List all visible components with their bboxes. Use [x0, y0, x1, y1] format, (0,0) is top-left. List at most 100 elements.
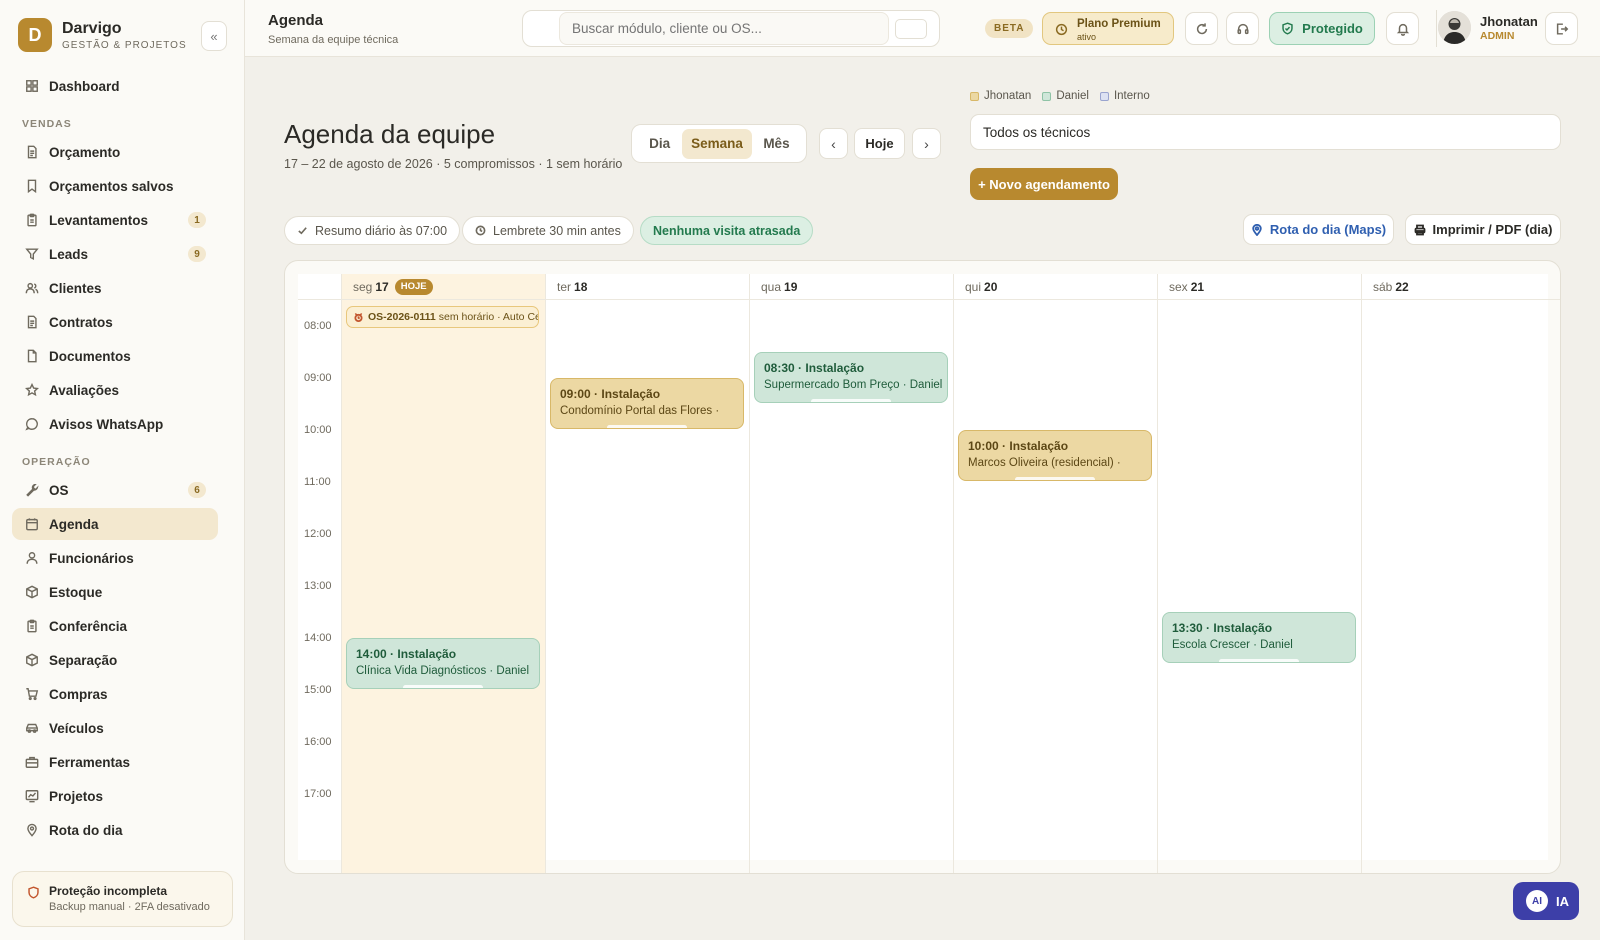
appointment-card[interactable]: 09:00 · Instalação Condomínio Portal das …: [550, 378, 744, 429]
notifications-button[interactable]: [1386, 12, 1419, 45]
sidebar-item-dashboard[interactable]: Dashboard: [12, 70, 218, 102]
day-header[interactable]: qui 20: [953, 274, 1157, 300]
late-visits-chip[interactable]: Nenhuma visita atrasada: [640, 216, 814, 245]
sidebar-item-agenda[interactable]: Agenda: [12, 508, 218, 540]
sidebar-item-avaliacoes[interactable]: Avaliações: [12, 374, 218, 406]
user-photo-icon: [1438, 11, 1471, 44]
ai-assistant-button[interactable]: AI IA: [1513, 882, 1579, 920]
sidebar-item-label: Avisos WhatsApp: [49, 416, 164, 432]
day-column[interactable]: [1157, 274, 1361, 873]
box-icon: [26, 653, 38, 667]
print-pdf-button[interactable]: Imprimir / PDF (dia): [1405, 214, 1561, 245]
sidebar-item-label: Dashboard: [49, 78, 120, 94]
reminder-chip[interactable]: Lembrete 30 min antes: [462, 216, 634, 245]
search-input[interactable]: [559, 12, 889, 45]
ai-badge-icon: AI: [1526, 890, 1548, 912]
resize-handle[interactable]: [607, 425, 687, 428]
time-gutter-header: [298, 274, 341, 300]
support-button[interactable]: [1226, 12, 1259, 45]
resize-handle[interactable]: [1015, 477, 1095, 480]
sidebar-item-documentos[interactable]: Documentos: [12, 340, 218, 372]
day-column[interactable]: [545, 274, 749, 873]
appointment-card[interactable]: 08:30 · Instalação Supermercado Bom Preço…: [754, 352, 948, 403]
legend-label: Interno: [1113, 90, 1150, 102]
logout-button[interactable]: [1545, 12, 1578, 45]
sidebar-item-rota-do-dia[interactable]: Rota do dia: [12, 814, 218, 846]
clipboard-icon: [27, 213, 37, 227]
sidebar-item-orcamento[interactable]: Orçamento: [12, 136, 218, 168]
day-column[interactable]: [341, 274, 545, 873]
day-column[interactable]: [1361, 274, 1560, 873]
hour-label: 15:00: [304, 684, 332, 696]
sidebar-item-compras[interactable]: Compras: [12, 678, 218, 710]
security-status-button[interactable]: Protegido: [1269, 12, 1375, 45]
protection-title: Proteção incompleta: [49, 884, 168, 898]
sidebar-item-label: Agenda: [49, 516, 99, 532]
sidebar-item-veiculos[interactable]: Veículos: [12, 712, 218, 744]
appointment-card[interactable]: 10:00 · Instalação Marcos Oliveira (resid…: [958, 430, 1152, 481]
sidebar-item-label: Contratos: [49, 314, 113, 330]
sidebar-item-label: Avaliações: [49, 382, 120, 398]
day-column[interactable]: [953, 274, 1157, 873]
avatar[interactable]: [1438, 11, 1471, 44]
day-header[interactable]: seg 17 HOJE: [341, 274, 545, 300]
sidebar-item-avisos-whatsapp[interactable]: Avisos WhatsApp: [12, 408, 218, 440]
sidebar-item-levantamentos[interactable]: Levantamentos 1: [12, 204, 218, 236]
protection-status-card[interactable]: Proteção incompleta Backup manual · 2FA …: [12, 871, 233, 927]
hour-label: 08:00: [304, 320, 332, 332]
view-month-button[interactable]: Mês: [752, 129, 801, 159]
sidebar-item-leads[interactable]: Leads 9: [12, 238, 218, 270]
chat-icon: [25, 418, 38, 431]
sidebar-item-contratos[interactable]: Contratos: [12, 306, 218, 338]
day-header[interactable]: ter 18: [545, 274, 749, 300]
sidebar-item-label: Compras: [49, 686, 108, 702]
sidebar-item-clientes[interactable]: Clientes: [12, 272, 218, 304]
hour-label: 13:00: [304, 580, 332, 592]
car-icon: [26, 723, 38, 733]
hour-label: 16:00: [304, 736, 332, 748]
sidebar-section-heading: OPERAÇÃO: [22, 456, 91, 468]
sidebar-item-ferramentas[interactable]: Ferramentas: [12, 746, 218, 778]
today-button[interactable]: Hoje: [854, 128, 905, 159]
resize-handle[interactable]: [1219, 659, 1299, 662]
sidebar-item-projetos[interactable]: Projetos: [12, 780, 218, 812]
appointment-card[interactable]: 14:00 · Instalação Clínica Vida Diagnósti…: [346, 638, 540, 689]
legend-label: Daniel: [1056, 90, 1089, 102]
resize-handle[interactable]: [811, 399, 891, 402]
day-header[interactable]: sex 21: [1157, 274, 1361, 300]
day-header[interactable]: qua 19: [749, 274, 953, 300]
view-week-button[interactable]: Semana: [682, 128, 752, 159]
appointment-details: Marcos Oliveira (residencial) ·: [968, 457, 1121, 469]
legend-swatch: [1042, 91, 1052, 101]
sidebar-item-separacao[interactable]: Separação: [12, 644, 218, 676]
appointment-card[interactable]: 13:30 · Instalação Escola Crescer · Danie…: [1162, 612, 1356, 663]
unscheduled-order-item[interactable]: OS-2026-0111 sem horário · Auto Ce: [346, 306, 539, 328]
sidebar-item-funcionarios[interactable]: Funcionários: [12, 542, 218, 574]
brand[interactable]: D Darvigo GESTÃO & PROJETOS: [18, 18, 187, 52]
sidebar-item-label: Orçamento: [49, 144, 121, 160]
sidebar: D Darvigo GESTÃO & PROJETOS « Dashboard V…: [0, 0, 245, 940]
day-header[interactable]: sáb 22: [1361, 274, 1560, 300]
sidebar-item-orcamentos-salvos[interactable]: Orçamentos salvos: [12, 170, 218, 202]
view-day-button[interactable]: Dia: [637, 129, 682, 159]
sidebar-item-estoque[interactable]: Estoque: [12, 576, 218, 608]
next-week-button[interactable]: ›: [912, 128, 941, 159]
sidebar-item-os[interactable]: OS 6: [12, 474, 218, 506]
refresh-button[interactable]: [1185, 12, 1218, 45]
sidebar-item-label: Levantamentos: [49, 212, 149, 228]
daily-summary-chip[interactable]: Resumo diário às 07:00: [284, 216, 461, 245]
previous-week-button[interactable]: ‹: [819, 128, 848, 159]
search-shortcut-key: [895, 19, 927, 39]
week-calendar: seg 17 HOJE ter 18 qua 19 qui 20 sex 21 sáb 22 08:00 0…: [284, 260, 1561, 874]
route-maps-button[interactable]: Rota do dia (Maps): [1243, 214, 1394, 245]
premium-plan-button[interactable]: Plano Premium ativo: [1042, 12, 1174, 45]
page-title: Agenda: [268, 12, 324, 29]
filter-icon: [25, 248, 39, 260]
divider: [1436, 10, 1437, 47]
sidebar-item-conferencia[interactable]: Conferência: [12, 610, 218, 642]
collapse-sidebar-button[interactable]: «: [201, 21, 227, 51]
resize-handle[interactable]: [403, 685, 483, 688]
appointment-title: 08:30 · Instalação: [764, 361, 865, 375]
new-appointment-button[interactable]: + Novo agendamento: [970, 168, 1118, 200]
technician-filter-select[interactable]: Todos os técnicos: [970, 114, 1561, 150]
